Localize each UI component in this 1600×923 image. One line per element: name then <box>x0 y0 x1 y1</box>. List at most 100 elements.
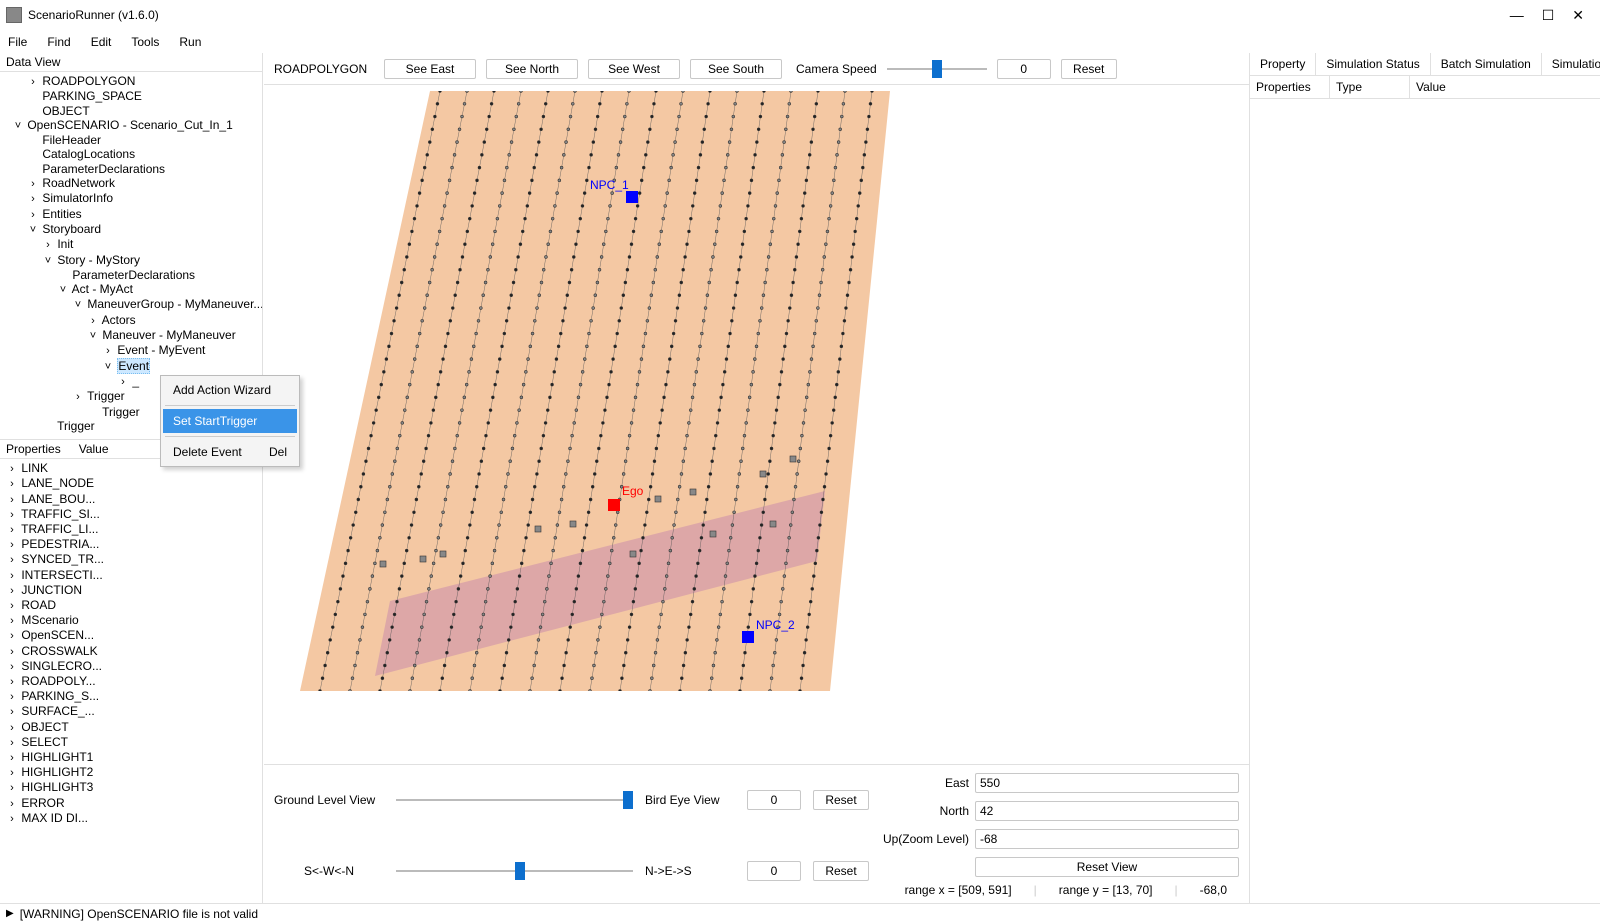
tree-row[interactable]: › Event - MyEvent <box>0 343 262 358</box>
close-button[interactable]: ✕ <box>1572 7 1584 24</box>
property-row[interactable]: › TRAFFIC_SI... <box>0 507 262 522</box>
tree-row[interactable]: FileHeader <box>0 133 262 147</box>
tab-simulation-status[interactable]: Simulation Status <box>1316 53 1430 75</box>
map-viewport[interactable]: Ego NPC_1 NPC_2 <box>270 91 1243 764</box>
bottom-left-controls: Ground Level View Bird Eye View 0 Reset … <box>274 773 869 897</box>
property-row[interactable]: › SYNCED_TR... <box>0 552 262 567</box>
prop-col-properties: Properties <box>6 442 61 456</box>
property-row[interactable]: › OpenSCEN... <box>0 628 262 643</box>
north-label: North <box>879 804 969 818</box>
ground-view-label: Ground Level View <box>274 793 384 807</box>
tree-row[interactable]: › Entities <box>0 207 262 222</box>
center-panel: ROADPOLYGON See East See North See West … <box>263 53 1249 903</box>
camera-speed-slider[interactable] <box>887 60 987 78</box>
compass-slider[interactable] <box>396 862 633 880</box>
property-row[interactable]: › ERROR <box>0 796 262 811</box>
zoom-input[interactable]: -68 <box>975 829 1239 849</box>
property-row[interactable]: › HIGHLIGHT3 <box>0 780 262 795</box>
range-y: range y = [13, 70] <box>1059 883 1153 897</box>
camera-speed-reset-button[interactable]: Reset <box>1061 59 1117 79</box>
ground-view-reset-button[interactable]: Reset <box>813 790 869 810</box>
tab-property[interactable]: Property <box>1250 53 1316 75</box>
property-row[interactable]: › TRAFFIC_LI... <box>0 522 262 537</box>
menu-find[interactable]: Find <box>45 33 72 51</box>
menu-file[interactable]: File <box>6 33 29 51</box>
reset-view-button[interactable]: Reset View <box>975 857 1239 877</box>
tree-row[interactable]: › Actors <box>0 313 262 328</box>
see-west-button[interactable]: See West <box>588 59 680 79</box>
property-row[interactable]: › SURFACE_... <box>0 704 262 719</box>
tree-row[interactable]: PARKING_SPACE <box>0 89 262 103</box>
ground-view-input[interactable]: 0 <box>747 790 801 810</box>
property-row[interactable]: › CROSSWALK <box>0 644 262 659</box>
compass-input[interactable]: 0 <box>747 861 801 881</box>
tree-row[interactable]: ˅ Maneuver - MyManeuver <box>0 328 262 343</box>
property-row[interactable]: › LANE_NODE <box>0 476 262 491</box>
ctx-set-starttrigger[interactable]: Set StartTrigger <box>163 409 297 433</box>
col-type: Type <box>1330 76 1410 98</box>
camera-speed-input[interactable]: 0 <box>997 59 1051 79</box>
property-row[interactable]: › SINGLECRO... <box>0 659 262 674</box>
property-row[interactable]: › INTERSECTI... <box>0 568 262 583</box>
status-expand-icon[interactable]: ▶ <box>6 908 14 919</box>
right-tabs: Property Simulation Status Batch Simulat… <box>1250 53 1600 76</box>
property-row[interactable]: › PARKING_S... <box>0 689 262 704</box>
tree-row[interactable]: › SimulatorInfo <box>0 191 262 206</box>
col-value: Value <box>1410 76 1600 98</box>
properties-list[interactable]: › LINK› LANE_NODE› LANE_BOU...› TRAFFIC_… <box>0 459 262 903</box>
ground-view-slider[interactable] <box>396 791 633 809</box>
tree-row[interactable]: › ROADPOLYGON <box>0 74 262 89</box>
property-row[interactable]: › HIGHLIGHT1 <box>0 750 262 765</box>
north-input[interactable]: 42 <box>975 801 1239 821</box>
menubar: File Find Edit Tools Run <box>0 30 1600 53</box>
tree-row[interactable]: › Init <box>0 237 262 252</box>
center-toolbar: ROADPOLYGON See East See North See West … <box>264 53 1249 85</box>
menu-edit[interactable]: Edit <box>89 33 114 51</box>
ctx-add-action-wizard[interactable]: Add Action Wizard <box>163 378 297 402</box>
property-row[interactable]: › OBJECT <box>0 720 262 735</box>
see-south-button[interactable]: See South <box>690 59 782 79</box>
bottom-toolbar: Ground Level View Bird Eye View 0 Reset … <box>264 764 1249 903</box>
see-east-button[interactable]: See East <box>384 59 476 79</box>
property-row[interactable]: › MAX ID DI... <box>0 811 262 826</box>
tree-row[interactable]: OBJECT <box>0 104 262 118</box>
tree-row[interactable]: ParameterDeclarations <box>0 268 262 282</box>
context-menu: Add Action Wizard Set StartTrigger Delet… <box>160 375 300 467</box>
svg-text:NPC_2: NPC_2 <box>756 618 795 632</box>
tree-row[interactable]: CatalogLocations <box>0 147 262 161</box>
property-row[interactable]: › HIGHLIGHT2 <box>0 765 262 780</box>
maximize-button[interactable]: ☐ <box>1542 7 1555 24</box>
menu-run[interactable]: Run <box>177 33 203 51</box>
range-z: -68,0 <box>1200 883 1227 897</box>
tree-row[interactable]: ParameterDeclarations <box>0 162 262 176</box>
compass-right-label: N->E->S <box>645 864 735 878</box>
property-row[interactable]: › PEDESTRIA... <box>0 537 262 552</box>
tree-row[interactable]: ˅ Event <box>0 359 262 374</box>
property-row[interactable]: › SELECT <box>0 735 262 750</box>
see-north-button[interactable]: See North <box>486 59 578 79</box>
menu-tools[interactable]: Tools <box>129 33 161 51</box>
compass-reset-button[interactable]: Reset <box>813 861 869 881</box>
right-panel: Property Simulation Status Batch Simulat… <box>1249 53 1600 903</box>
left-panel: Data View › ROADPOLYGON PARKING_SPACE OB… <box>0 53 263 903</box>
property-row[interactable]: › MScenario <box>0 613 262 628</box>
tree-row[interactable]: ˅ Act - MyAct <box>0 282 262 297</box>
range-x: range x = [509, 591] <box>905 883 1012 897</box>
property-row[interactable]: › JUNCTION <box>0 583 262 598</box>
tab-batch-simulation[interactable]: Batch Simulation <box>1431 53 1542 75</box>
property-row[interactable]: › ROAD <box>0 598 262 613</box>
tree-row[interactable]: › RoadNetwork <box>0 176 262 191</box>
tab-simulation-result[interactable]: Simulation R <box>1542 53 1600 75</box>
east-input[interactable]: 550 <box>975 773 1239 793</box>
tree-row[interactable]: ˅ ManeuverGroup - MyManeuver... <box>0 297 262 312</box>
tree-row[interactable]: ˅ OpenSCENARIO - Scenario_Cut_In_1 <box>0 118 262 133</box>
tree-row[interactable]: ˅ Storyboard <box>0 222 262 237</box>
tree-row[interactable]: ˅ Story - MyStory <box>0 253 262 268</box>
zoom-label: Up(Zoom Level) <box>879 832 969 846</box>
ctx-delete-event[interactable]: Delete EventDel <box>163 440 297 464</box>
property-row[interactable]: › ROADPOLY... <box>0 674 262 689</box>
col-properties: Properties <box>1250 76 1330 98</box>
dataview-header: Data View <box>0 53 262 72</box>
property-row[interactable]: › LANE_BOU... <box>0 492 262 507</box>
minimize-button[interactable]: — <box>1510 7 1524 23</box>
